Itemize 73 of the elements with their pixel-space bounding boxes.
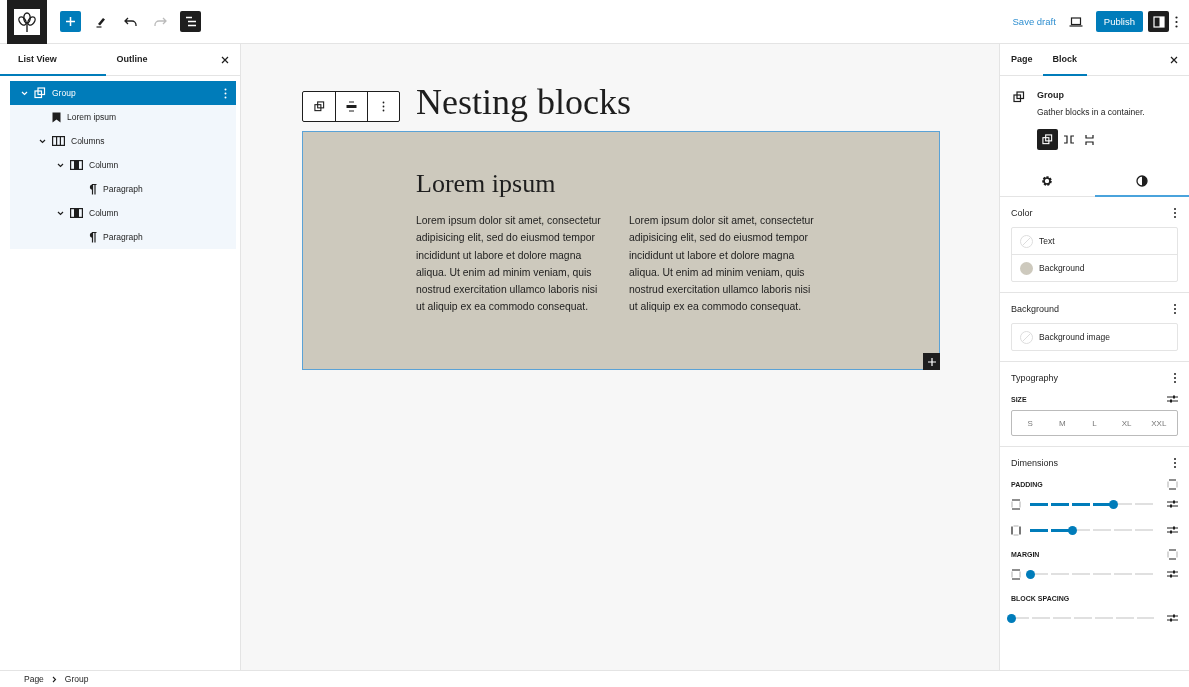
custom-value-icon[interactable] [1167, 525, 1178, 535]
row-icon [1062, 135, 1075, 144]
no-color-icon [1020, 234, 1033, 248]
link-sides-icon[interactable] [1167, 478, 1178, 490]
tree-item[interactable]: Column [10, 153, 236, 177]
block-name: Group [1037, 90, 1065, 100]
block-description: Gather blocks in a container. [1037, 107, 1145, 117]
gear-icon [1041, 174, 1054, 187]
publish-button[interactable]: Publish [1095, 11, 1143, 32]
size-option[interactable]: L [1079, 413, 1110, 433]
custom-value-icon[interactable] [1167, 499, 1178, 509]
bookmark-icon [52, 111, 61, 123]
page-title[interactable]: Nesting blocks [416, 82, 631, 122]
plus-icon [65, 16, 76, 27]
left-right-sides-icon [1011, 524, 1021, 536]
columns-icon [52, 136, 65, 146]
list-icon [184, 16, 197, 27]
panel-title: Color [1011, 208, 1033, 218]
group-icon [1042, 134, 1053, 145]
panel-title: Background [1011, 304, 1060, 314]
size-option[interactable]: XL [1111, 413, 1142, 433]
plus-icon [927, 357, 936, 366]
top-bottom-sides-icon [1011, 498, 1021, 510]
tree-item[interactable]: Group [10, 81, 236, 105]
site-logo[interactable] [7, 0, 47, 44]
breadcrumb-link[interactable]: Page [24, 674, 44, 684]
save-draft-link[interactable]: Save draft [1012, 16, 1056, 27]
chevron-icon [51, 675, 57, 683]
half-circle-icon [1135, 174, 1148, 187]
tree-item[interactable]: Paragraph [10, 177, 236, 201]
add-block-button[interactable] [60, 11, 81, 32]
size-option[interactable]: XXL [1143, 413, 1174, 433]
group-variation-button[interactable] [1037, 129, 1058, 150]
custom-size-icon[interactable] [1167, 394, 1178, 404]
panel-tab[interactable]: Outline [105, 44, 211, 76]
link-sides-icon[interactable] [1167, 548, 1178, 560]
tree-item[interactable]: Columns [10, 129, 236, 153]
color-option[interactable]: Text [1012, 228, 1177, 254]
tree-item[interactable]: Lorem ipsum [10, 105, 236, 129]
add-block-button[interactable] [923, 353, 940, 370]
options-icon[interactable] [224, 87, 227, 99]
paragraph-text[interactable]: Lorem ipsum dolor sit amet, consectetur adipisicing elit, sed do eiusmod tempor incididunt ut labore et dolore magna aliqua. Ut enim ad minim veniam, quis nostrud exercitation ullamco laboris nisi ut aliquip ex ea commodo consequat. [629, 212, 821, 316]
column-icon [70, 208, 83, 218]
group-icon [1013, 91, 1025, 103]
settings-toggle-icon[interactable] [1148, 11, 1169, 32]
chevron-icon[interactable] [38, 138, 46, 144]
color-option[interactable]: Background [1012, 254, 1177, 281]
chevron-icon[interactable] [56, 162, 64, 168]
column-icon [70, 160, 83, 170]
custom-value-icon[interactable] [1167, 613, 1178, 623]
group-icon [34, 87, 46, 99]
paragraph-icon [88, 231, 97, 243]
chevron-icon[interactable] [56, 210, 64, 216]
block-heading[interactable]: Lorem ipsum [416, 168, 939, 200]
background-image-option[interactable]: Background image [1012, 324, 1177, 350]
panel-title: Dimensions [1011, 458, 1059, 468]
panel-title: Typography [1011, 373, 1059, 383]
paragraph-text[interactable]: Lorem ipsum dolor sit amet, consectetur adipisicing elit, sed do eiusmod tempor incididunt ut labore et dolore magna aliqua. Ut enim ad minim veniam, quis nostrud exercitation ullamco laboris nisi ut aliquip ex ea commodo consequat. [416, 212, 608, 316]
group-block[interactable] [302, 131, 940, 370]
sidebar-tab[interactable]: Block [1042, 44, 1088, 76]
stack-icon [1085, 133, 1094, 146]
tree-item[interactable]: Column [10, 201, 236, 225]
no-image-icon [1020, 330, 1033, 344]
size-option[interactable]: M [1047, 413, 1078, 433]
custom-value-icon[interactable] [1167, 569, 1178, 579]
breadcrumb-link[interactable]: Group [64, 674, 89, 684]
tree-item[interactable]: Paragraph [10, 225, 236, 249]
size-option[interactable]: S [1015, 413, 1046, 433]
paragraph-icon [88, 183, 97, 195]
list-view-button[interactable] [180, 11, 201, 32]
sidebar-tab[interactable]: Page [1000, 44, 1043, 76]
top-bottom-sides-icon [1011, 568, 1021, 580]
panel-tab[interactable]: List View [0, 44, 106, 76]
